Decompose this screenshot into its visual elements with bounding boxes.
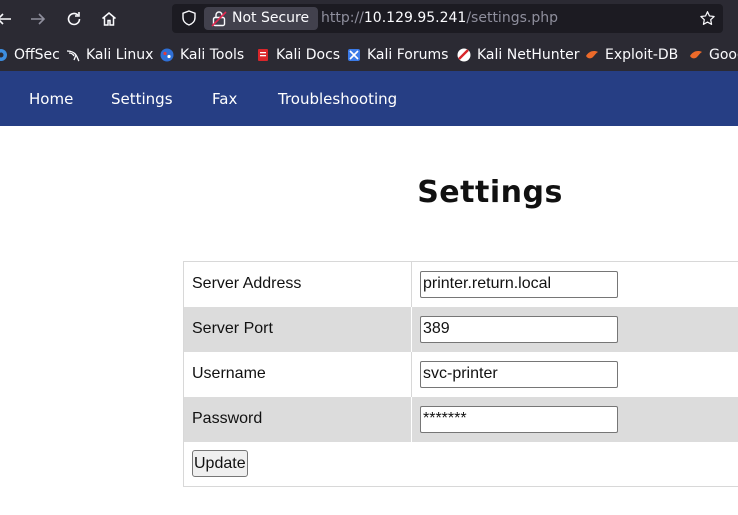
bookmark-kali-nethunter[interactable]: Kali NetHunter [457, 46, 579, 64]
not-secure-label: Not Secure [232, 10, 310, 26]
kali-nethunter-icon [457, 48, 471, 62]
server-port-label: Server Port [183, 306, 412, 352]
address-bar[interactable]: Not Secure http://10.129.95.241/settings… [172, 4, 723, 33]
browser-toolbar: Not Secure http://10.129.95.241/settings… [0, 0, 738, 36]
tracking-shield-icon[interactable] [180, 9, 198, 27]
bookmark-kali-tools[interactable]: Kali Tools [160, 46, 244, 64]
browser-chrome: Not Secure http://10.129.95.241/settings… [0, 0, 738, 71]
home-icon[interactable] [96, 6, 122, 32]
password-cell [411, 396, 738, 442]
url-path: /settings.php [466, 10, 558, 26]
back-arrow-icon[interactable] [0, 6, 17, 32]
bookmark-label: OffSec [14, 47, 60, 63]
nav-link-fax[interactable]: Fax [212, 71, 237, 126]
server-port-input[interactable] [420, 315, 618, 343]
bookmark-label: Kali NetHunter [477, 47, 580, 63]
url-scheme: http:// [321, 10, 364, 26]
bookmark-label: Kali Linux [86, 47, 154, 63]
bookmark-kali-docs[interactable]: Kali Docs [256, 46, 340, 64]
server-address-cell [412, 262, 738, 307]
nav-link-home[interactable]: Home [29, 71, 73, 126]
bookmark-exploit-db[interactable]: Exploit-DB [585, 46, 678, 64]
bookmark-kali-linux[interactable]: Kali Linux [66, 46, 153, 64]
offsec-icon [0, 49, 7, 61]
not-secure-badge[interactable]: Not Secure [204, 7, 319, 30]
update-button[interactable]: Update [192, 450, 248, 478]
submit-cell: Update [184, 442, 738, 487]
url-text[interactable]: http://10.129.95.241/settings.php [321, 4, 558, 33]
exploit-db-icon [586, 51, 598, 59]
bookmark-label: Kali Forums [367, 47, 449, 63]
settings-form-table: Server Address Server Port Username Pass… [183, 261, 738, 487]
bookmark-star-icon[interactable] [699, 10, 716, 27]
bookmark-label: Kali Tools [180, 47, 245, 63]
nav-link-troubleshooting[interactable]: Troubleshooting [278, 71, 397, 126]
server-address-input[interactable] [420, 270, 618, 298]
password-input[interactable] [420, 405, 618, 433]
bookmark-label: Kali Docs [276, 47, 341, 63]
kali-dragon-icon [66, 50, 80, 62]
kali-forums-icon [348, 49, 360, 61]
bookmark-kali-forums[interactable]: Kali Forums [347, 46, 448, 64]
google-hacking-icon [690, 51, 702, 59]
table-row: Update [184, 442, 738, 487]
kali-tools-icon [160, 48, 174, 62]
forward-arrow-icon[interactable] [25, 6, 51, 32]
server-address-label: Server Address [183, 261, 412, 307]
server-port-cell [411, 306, 738, 352]
bookmark-offsec[interactable]: OffSec [0, 46, 60, 64]
username-label: Username [183, 351, 412, 397]
nav-link-settings[interactable]: Settings [111, 71, 173, 126]
bookmark-label: Goog [709, 47, 738, 63]
reload-icon[interactable] [61, 6, 87, 32]
url-host: 10.129.95.241 [363, 10, 467, 26]
table-row: Server Port [183, 306, 738, 352]
table-row: Username [183, 351, 738, 397]
bookmark-google-hacking[interactable]: Goog [689, 46, 738, 64]
table-row: Password [183, 396, 738, 442]
bookmark-label: Exploit-DB [605, 47, 679, 63]
username-input[interactable] [420, 360, 618, 388]
insecure-lock-icon [211, 11, 227, 27]
table-row: Server Address [183, 261, 738, 307]
username-cell [412, 352, 738, 397]
bookmarks-toolbar: OffSec Kali Linux Kali Tools Kali Docs K… [0, 37, 738, 71]
page-title: Settings [417, 175, 563, 210]
kali-docs-icon [258, 49, 268, 61]
password-label: Password [183, 396, 412, 442]
site-navbar: Home Settings Fax Troubleshooting [0, 71, 738, 126]
